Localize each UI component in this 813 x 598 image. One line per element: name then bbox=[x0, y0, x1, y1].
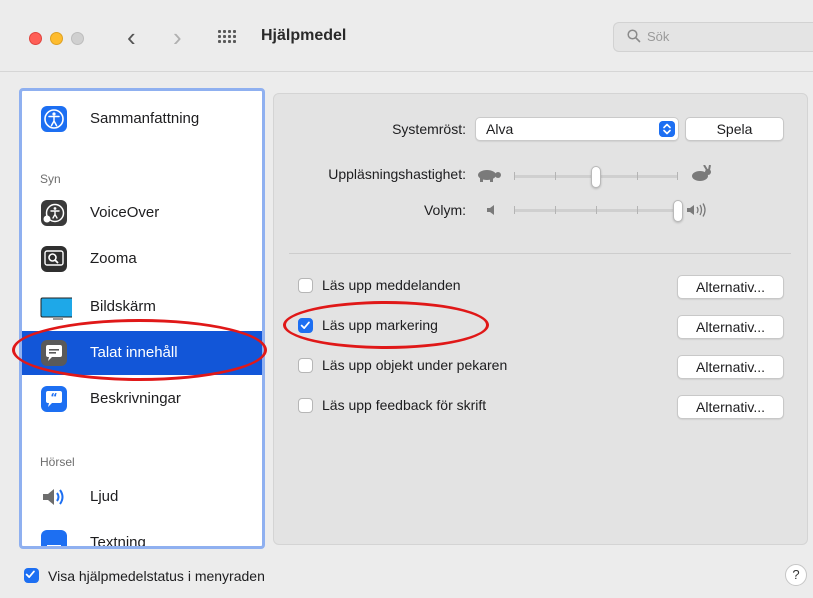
system-voice-popup[interactable]: Alva bbox=[475, 117, 679, 141]
rabbit-fast-icon bbox=[692, 165, 711, 181]
section-divider bbox=[289, 253, 791, 254]
slider-knob[interactable] bbox=[673, 200, 683, 222]
checkbox-typing-feedback[interactable] bbox=[298, 398, 313, 413]
checkbox-announce-notifications[interactable] bbox=[298, 278, 313, 293]
show-all-grid-icon[interactable] bbox=[218, 30, 236, 44]
speaking-rate-label: Uppläsningshastighet: bbox=[328, 166, 466, 182]
search-placeholder: Sök bbox=[647, 29, 670, 44]
slider-tick bbox=[514, 206, 515, 214]
sidebar-item-label: VoiceOver bbox=[90, 204, 160, 221]
minimize-window-button[interactable] bbox=[50, 32, 63, 45]
zoom-icon bbox=[41, 246, 67, 272]
checkbox-speak-selection[interactable] bbox=[298, 318, 313, 333]
sidebar: Sammanfattning Syn VoiceOver Zooma Bilds… bbox=[19, 88, 265, 549]
accessibility-icon bbox=[41, 106, 67, 132]
slider-tick bbox=[677, 172, 678, 180]
sidebar-item-talat-innehall[interactable]: Talat innehåll bbox=[22, 331, 262, 375]
checkbox-menubar-status[interactable] bbox=[24, 568, 39, 583]
close-window-button[interactable] bbox=[29, 32, 42, 45]
slider-tick bbox=[555, 206, 556, 214]
sidebar-item-textning[interactable]: Textning bbox=[22, 521, 262, 549]
slider-tick bbox=[514, 172, 515, 180]
options-button-selection[interactable]: Alternativ... bbox=[677, 315, 784, 339]
section-heading-horsel: Hörsel bbox=[40, 455, 75, 469]
zoom-window-button[interactable] bbox=[71, 32, 84, 45]
back-arrow-icon[interactable]: ‹ bbox=[127, 22, 136, 52]
option-label: Läs upp objekt under pekaren bbox=[322, 357, 508, 373]
option-label: Läs upp markering bbox=[322, 317, 438, 333]
slider-knob[interactable] bbox=[591, 166, 601, 188]
help-button[interactable]: ? bbox=[785, 564, 807, 586]
forward-arrow-icon[interactable]: › bbox=[173, 22, 182, 52]
slider-tick bbox=[555, 172, 556, 180]
slider-tick bbox=[637, 172, 638, 180]
voiceover-icon bbox=[41, 200, 67, 226]
quote-bubble-icon: “ bbox=[41, 386, 67, 412]
slider-tick bbox=[596, 206, 597, 214]
search-field[interactable]: Sök bbox=[613, 22, 813, 52]
sidebar-item-label: Talat innehåll bbox=[90, 344, 178, 361]
sidebar-item-zooma[interactable]: Zooma bbox=[22, 237, 262, 281]
option-label: Läs upp feedback för skrift bbox=[322, 397, 487, 413]
volume-high-icon bbox=[687, 203, 706, 217]
checkbox-speak-under-pointer[interactable] bbox=[298, 358, 313, 373]
options-button-notifications[interactable]: Alternativ... bbox=[677, 275, 784, 299]
svg-text:“: “ bbox=[50, 391, 57, 404]
sidebar-item-voiceover[interactable]: VoiceOver bbox=[22, 191, 262, 235]
volume-low-icon bbox=[487, 205, 494, 215]
sidebar-item-beskrivningar[interactable]: “ Beskrivningar bbox=[22, 377, 262, 421]
sidebar-item-label: Beskrivningar bbox=[90, 390, 181, 407]
display-icon bbox=[40, 297, 72, 320]
sidebar-item-label: Ljud bbox=[90, 488, 119, 505]
turtle-slow-icon bbox=[478, 170, 501, 182]
speaker-icon bbox=[43, 489, 64, 505]
updown-chevron-icon bbox=[659, 121, 675, 137]
sidebar-item-label: Textning bbox=[90, 534, 146, 549]
sidebar-item-label: Bildskärm bbox=[90, 298, 156, 315]
sidebar-item-label: Zooma bbox=[90, 250, 137, 267]
title-bar: ‹ › Hjälpmedel Sök bbox=[0, 0, 813, 72]
option-label: Läs upp meddelanden bbox=[322, 277, 461, 293]
volume-label: Volym: bbox=[423, 202, 466, 218]
volume-slider[interactable] bbox=[514, 200, 683, 222]
sidebar-item-sammanfattning[interactable]: Sammanfattning bbox=[22, 97, 262, 141]
sidebar-item-ljud[interactable]: Ljud bbox=[22, 475, 262, 519]
menubar-status-label: Visa hjälpmedelstatus i menyraden bbox=[48, 568, 265, 584]
slider-tick bbox=[637, 206, 638, 214]
sidebar-item-bildskarm[interactable]: Bildskärm bbox=[22, 285, 262, 329]
system-voice-label: Systemröst: bbox=[392, 121, 466, 137]
captions-icon bbox=[41, 530, 67, 546]
section-heading-syn: Syn bbox=[40, 172, 61, 186]
speaking-rate-slider[interactable] bbox=[514, 166, 678, 188]
search-icon bbox=[627, 29, 641, 43]
options-button-under-pointer[interactable]: Alternativ... bbox=[677, 355, 784, 379]
system-voice-value: Alva bbox=[486, 121, 514, 137]
sidebar-item-label: Sammanfattning bbox=[90, 110, 200, 127]
speech-bubble-icon bbox=[41, 340, 67, 366]
window-title: Hjälpmedel bbox=[261, 27, 347, 44]
play-button[interactable]: Spela bbox=[685, 117, 784, 141]
options-button-typing-feedback[interactable]: Alternativ... bbox=[677, 395, 784, 419]
